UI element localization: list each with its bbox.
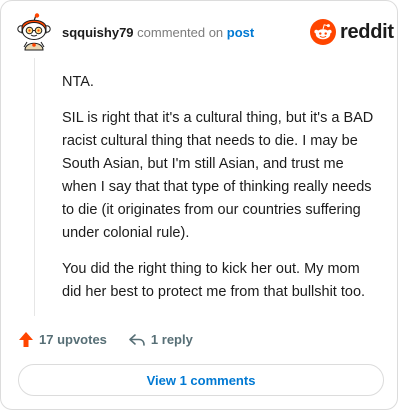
comment-paragraph: NTA. <box>62 74 94 90</box>
username-link[interactable]: sqquishy79 <box>62 25 134 40</box>
view-comments-label: View 1 comments <box>146 372 256 388</box>
upvote-count: 17 upvotes <box>39 332 107 347</box>
comment-card: sqquishy79 commented on post reddit NTA.… <box>0 0 398 410</box>
comment-paragraph: You did the right thing to kick her out.… <box>62 261 366 300</box>
thread-line <box>34 58 35 316</box>
comment-actions: 17 upvotes 1 reply <box>18 331 193 348</box>
snoo-avatar-icon <box>17 13 51 51</box>
comment-header: sqquishy79 commented on post <box>62 25 254 41</box>
reddit-wordmark: reddit <box>340 20 394 43</box>
comment-body: NTA. SIL is right that it's a cultural t… <box>62 71 382 317</box>
post-link[interactable]: post <box>227 25 254 40</box>
user-avatar[interactable] <box>16 13 52 51</box>
comment-paragraph: SIL is right that it's a cultural thing,… <box>62 110 374 241</box>
reply-button[interactable]: 1 reply <box>128 332 193 347</box>
upvote-button[interactable]: 17 upvotes <box>18 331 107 348</box>
upvote-arrow-icon <box>19 332 33 347</box>
reddit-logo[interactable]: reddit <box>310 19 394 45</box>
reply-count: 1 reply <box>150 332 193 347</box>
reply-arrow-icon <box>129 333 145 346</box>
reddit-snoo-icon <box>310 19 336 45</box>
commented-on-text: commented on <box>137 25 224 40</box>
view-comments-button[interactable]: View 1 comments <box>18 364 384 396</box>
